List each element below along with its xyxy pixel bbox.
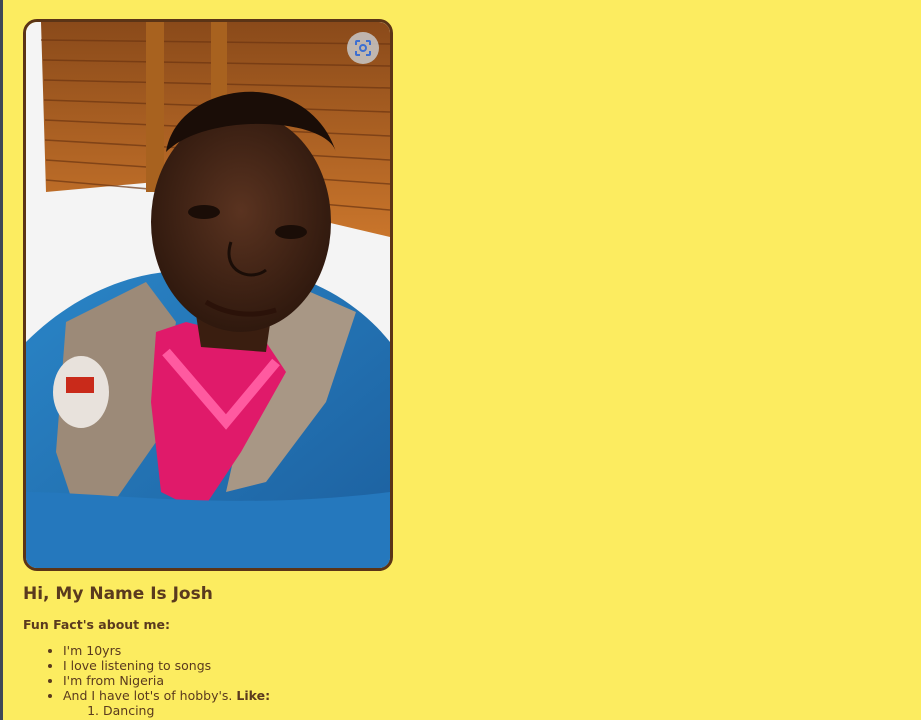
fact-item: I'm from Nigeria — [63, 673, 623, 688]
facts-list: I'm 10yrs I love listening to songs I'm … — [23, 643, 623, 718]
profile-photo — [23, 19, 393, 571]
hobby-item: Dancing — [103, 703, 623, 718]
visual-search-button[interactable] — [347, 32, 379, 64]
window-edge — [0, 0, 3, 720]
page-heading: Hi, My Name Is Josh — [23, 584, 213, 604]
facts-title: Fun Fact's about me: — [23, 617, 171, 632]
profile-content: Hi, My Name Is Josh Fun Fact's about me:… — [23, 584, 623, 718]
hobby-intro: And I have lot's of hobby's. — [63, 688, 233, 703]
visual-search-icon — [355, 40, 371, 56]
fact-item-hobbies: And I have lot's of hobby's. Like: Danci… — [63, 688, 623, 718]
hobbies-list: Dancing — [63, 703, 623, 718]
photo-illustration — [26, 22, 390, 568]
fact-item: I'm 10yrs — [63, 643, 623, 658]
hobby-like-label: Like: — [236, 688, 271, 703]
fact-item: I love listening to songs — [63, 658, 623, 673]
